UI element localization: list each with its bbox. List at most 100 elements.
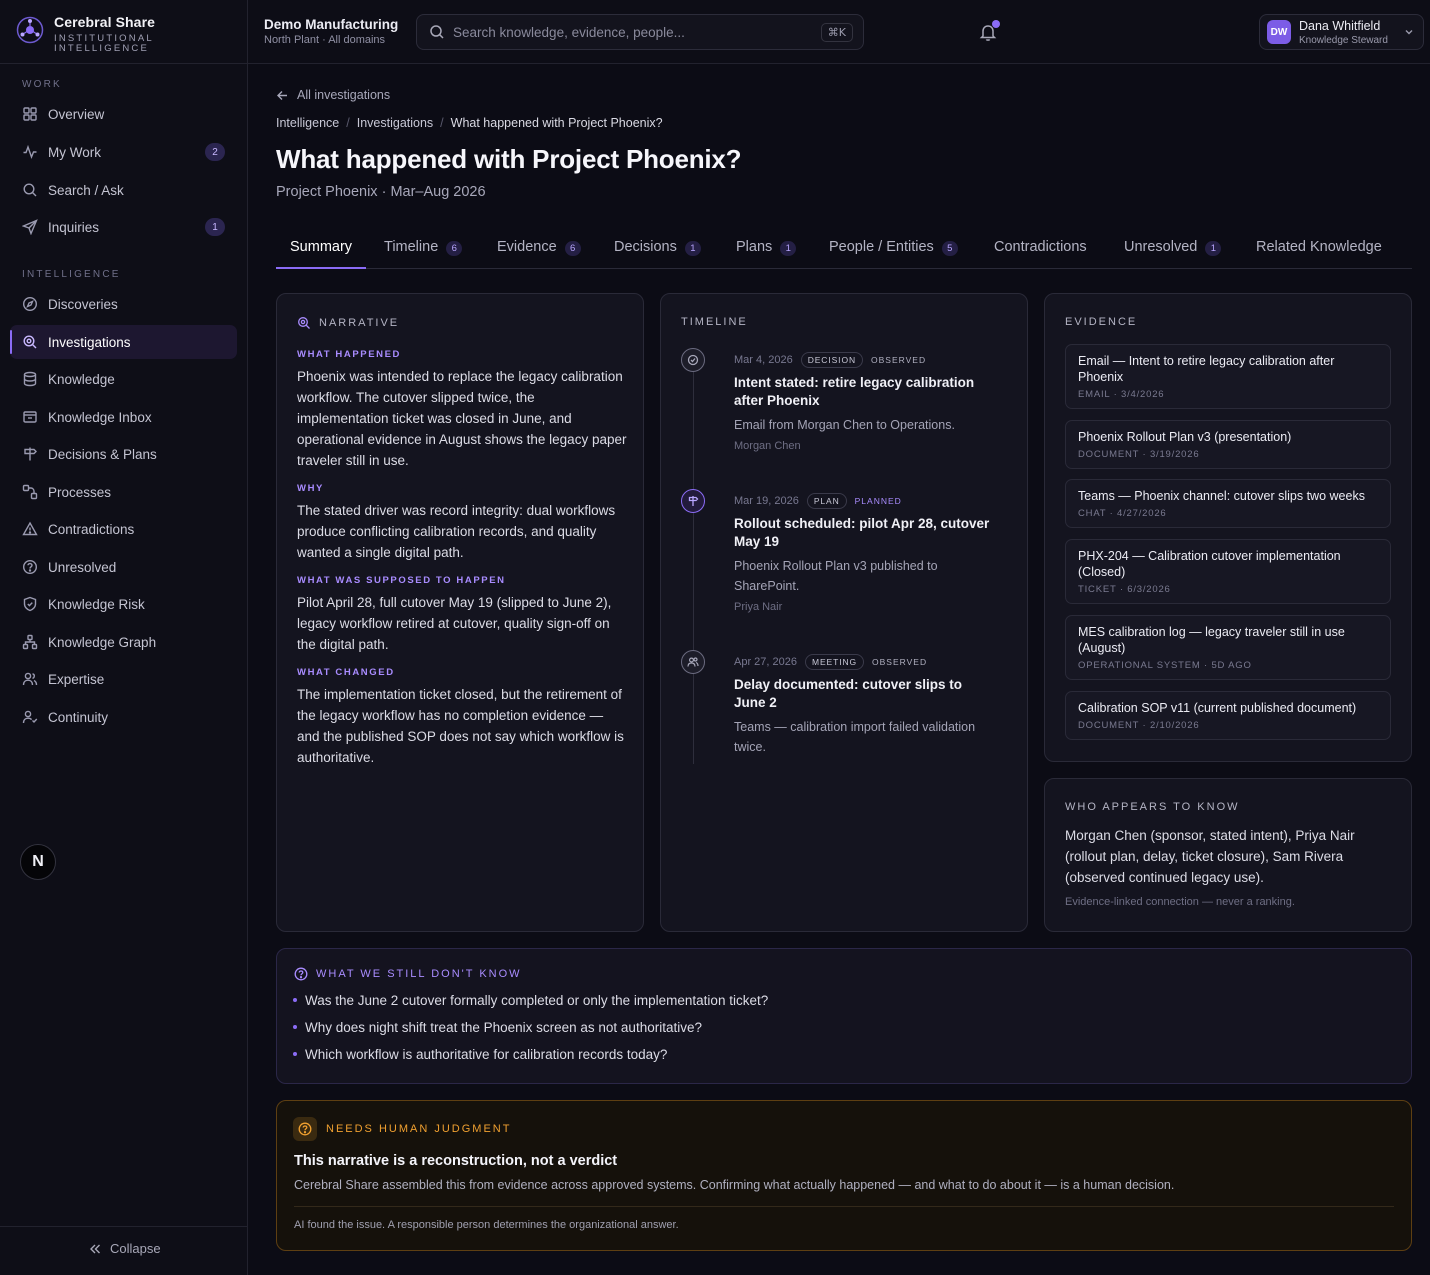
sidebar-item-contradictions[interactable]: Contradictions xyxy=(10,512,237,546)
avatar: DW xyxy=(1267,20,1291,44)
search-input[interactable] xyxy=(453,24,821,40)
list-item: Why does night shift treat the Phoenix s… xyxy=(293,1020,768,1047)
tab-label: Related Knowledge xyxy=(1256,239,1382,255)
unknowns-list: Was the June 2 cutover formally complete… xyxy=(293,993,768,1074)
evidence-meta: EMAIL · 3/4/2026 xyxy=(1078,389,1165,400)
sidebar-item-discoveries[interactable]: Discoveries xyxy=(10,287,237,321)
evidence-item[interactable]: Teams — Phoenix channel: cutover slips t… xyxy=(1065,479,1391,528)
people-icon xyxy=(22,671,38,687)
tab-label: Summary xyxy=(290,239,353,255)
timeline-rail xyxy=(693,350,694,764)
tab-timeline[interactable]: Timeline 6 xyxy=(384,232,463,268)
sidebar-item-unresolved[interactable]: Unresolved xyxy=(10,550,237,584)
event-date: Apr 27, 2026 xyxy=(734,656,797,668)
breadcrumb-investigations[interactable]: Investigations xyxy=(357,116,433,130)
narrative-paragraph: The implementation ticket closed, but th… xyxy=(297,687,624,765)
who-knows-card: WHO APPEARS TO KNOW Morgan Chen (sponsor… xyxy=(1044,778,1412,932)
evidence-item[interactable]: Calibration SOP v11 (current published d… xyxy=(1065,691,1391,740)
timeline-card: TIMELINE Mar 4, 2026 DECISION OBSERVED I… xyxy=(660,293,1028,932)
sidebar-item-my-work[interactable]: My Work 2 xyxy=(10,135,237,169)
sidebar-item-knowledge-risk[interactable]: Knowledge Risk xyxy=(10,587,237,621)
user-menu[interactable]: DW Dana Whitfield Knowledge Steward xyxy=(1259,14,1424,50)
tab-summary[interactable]: Summary xyxy=(276,232,367,269)
tab-label: Plans xyxy=(736,239,773,255)
sidebar-item-overview[interactable]: Overview xyxy=(10,97,237,131)
arrow-left-icon xyxy=(276,89,289,102)
count-badge: 2 xyxy=(205,143,225,161)
sidebar-item-label: Inquiries xyxy=(48,219,100,235)
collapse-button[interactable]: Collapse xyxy=(88,1241,161,1256)
judgment-title: This narrative is a reconstruction, not … xyxy=(294,1153,618,1169)
sidebar-item-label: Investigations xyxy=(48,334,131,350)
tab-people-entities[interactable]: People / Entities 5 xyxy=(829,232,958,268)
org-switcher[interactable]: Demo Manufacturing North Plant · All dom… xyxy=(264,17,398,46)
event-description: Teams — calibration import failed valida… xyxy=(734,720,976,754)
narrative-paragraph: Phoenix was intended to replace the lega… xyxy=(297,369,627,468)
tab-count-badge: 1 xyxy=(780,241,797,256)
org-name: Demo Manufacturing xyxy=(264,17,399,32)
sidebar-item-knowledge-graph[interactable]: Knowledge Graph xyxy=(10,625,237,659)
tab-label: Timeline xyxy=(384,239,439,255)
page-subtitle: Project Phoenix · Mar–Aug 2026 xyxy=(276,184,486,200)
tab-evidence[interactable]: Evidence 6 xyxy=(497,232,581,268)
sidebar-item-decisions-plans[interactable]: Decisions & Plans xyxy=(10,437,237,471)
send-icon xyxy=(22,219,38,235)
warning-icon xyxy=(22,521,38,537)
back-link-label: All investigations xyxy=(297,88,391,102)
judgment-divider xyxy=(294,1206,1394,1207)
unknowns-card: WHAT WE STILL DON'T KNOW Was the June 2 … xyxy=(276,948,1412,1084)
sidebar-item-processes[interactable]: Processes xyxy=(10,475,237,509)
section-label: WHAT CHANGED xyxy=(297,667,395,678)
user-name: Dana Whitfield xyxy=(1299,18,1381,33)
tab-decisions[interactable]: Decisions 1 xyxy=(614,232,701,268)
shield-icon xyxy=(22,596,38,612)
sidebar-item-knowledge-inbox[interactable]: Knowledge Inbox xyxy=(10,400,237,434)
evidence-meta: TICKET · 6/3/2026 xyxy=(1078,584,1171,595)
event-description: Phoenix Rollout Plan v3 published to Sha… xyxy=(734,559,938,593)
brand-name: Cerebral Share xyxy=(54,14,156,30)
sidebar-item-label: Knowledge Inbox xyxy=(48,409,152,425)
narrative-heading: NARRATIVE xyxy=(297,316,399,330)
back-link[interactable]: All investigations xyxy=(276,88,390,102)
breadcrumb-intelligence[interactable]: Intelligence xyxy=(276,116,339,130)
brand[interactable]: Cerebral Share INSTITUTIONAL INTELLIGENC… xyxy=(16,14,164,54)
tab-contradictions[interactable]: Contradictions xyxy=(994,232,1087,268)
tab-related-knowledge[interactable]: Related Knowledge xyxy=(1256,232,1382,268)
sidebar-item-label: Contradictions xyxy=(48,521,135,537)
sidebar-item-knowledge[interactable]: Knowledge xyxy=(10,362,237,396)
timeline-event-body: Mar 19, 2026 PLAN PLANNED Rollout schedu… xyxy=(734,493,996,613)
sidebar-item-label: My Work xyxy=(48,144,101,160)
global-search[interactable]: ⌘K xyxy=(416,14,864,50)
tab-label: Evidence xyxy=(497,239,557,255)
event-date: Mar 19, 2026 xyxy=(734,495,799,507)
evidence-item[interactable]: PHX-204 — Calibration cutover implementa… xyxy=(1065,539,1391,604)
sidebar-item-continuity[interactable]: Continuity xyxy=(10,700,237,734)
evidence-item[interactable]: Phoenix Rollout Plan v3 (presentation) D… xyxy=(1065,420,1391,469)
event-title: Delay documented: cutover slips to June … xyxy=(734,677,963,710)
sidebar-item-search-ask[interactable]: Search / Ask xyxy=(10,173,237,207)
tab-plans[interactable]: Plans 1 xyxy=(736,232,797,268)
narrative-card: NARRATIVE WHAT HAPPENED Phoenix was inte… xyxy=(276,293,644,932)
tab-count-badge: 1 xyxy=(684,241,701,256)
signpost-icon xyxy=(681,489,705,513)
sidebar-item-label: Knowledge Risk xyxy=(48,596,145,612)
sidebar: Cerebral Share INSTITUTIONAL INTELLIGENC… xyxy=(0,0,248,1275)
check-circle-icon xyxy=(681,348,705,372)
notification-dot xyxy=(992,20,1000,28)
evidence-item[interactable]: MES calibration log — legacy traveler st… xyxy=(1065,615,1391,680)
sidebar-item-investigations[interactable]: Investigations xyxy=(10,325,237,359)
inbox-icon xyxy=(22,409,38,425)
tab-unresolved[interactable]: Unresolved 1 xyxy=(1124,232,1222,268)
count-badge: 1 xyxy=(205,218,225,236)
tab-label: Decisions xyxy=(614,239,677,255)
narrative-body: WHAT HAPPENED Phoenix was intended to re… xyxy=(297,349,629,780)
next-badge[interactable]: N xyxy=(20,844,56,880)
sidebar-item-inquiries[interactable]: Inquiries 1 xyxy=(10,210,237,244)
sidebar-item-expertise[interactable]: Expertise xyxy=(10,662,237,696)
evidence-item[interactable]: Email — Intent to retire legacy calibrat… xyxy=(1065,344,1391,409)
unknown-question: Which workflow is authoritative for cali… xyxy=(305,1047,668,1062)
event-status: OBSERVED xyxy=(872,657,928,667)
sidebar-item-label: Processes xyxy=(48,484,112,500)
tab-count-badge: 6 xyxy=(564,241,581,256)
human-judgment-callout: NEEDS HUMAN JUDGMENT This narrative is a… xyxy=(276,1100,1412,1251)
